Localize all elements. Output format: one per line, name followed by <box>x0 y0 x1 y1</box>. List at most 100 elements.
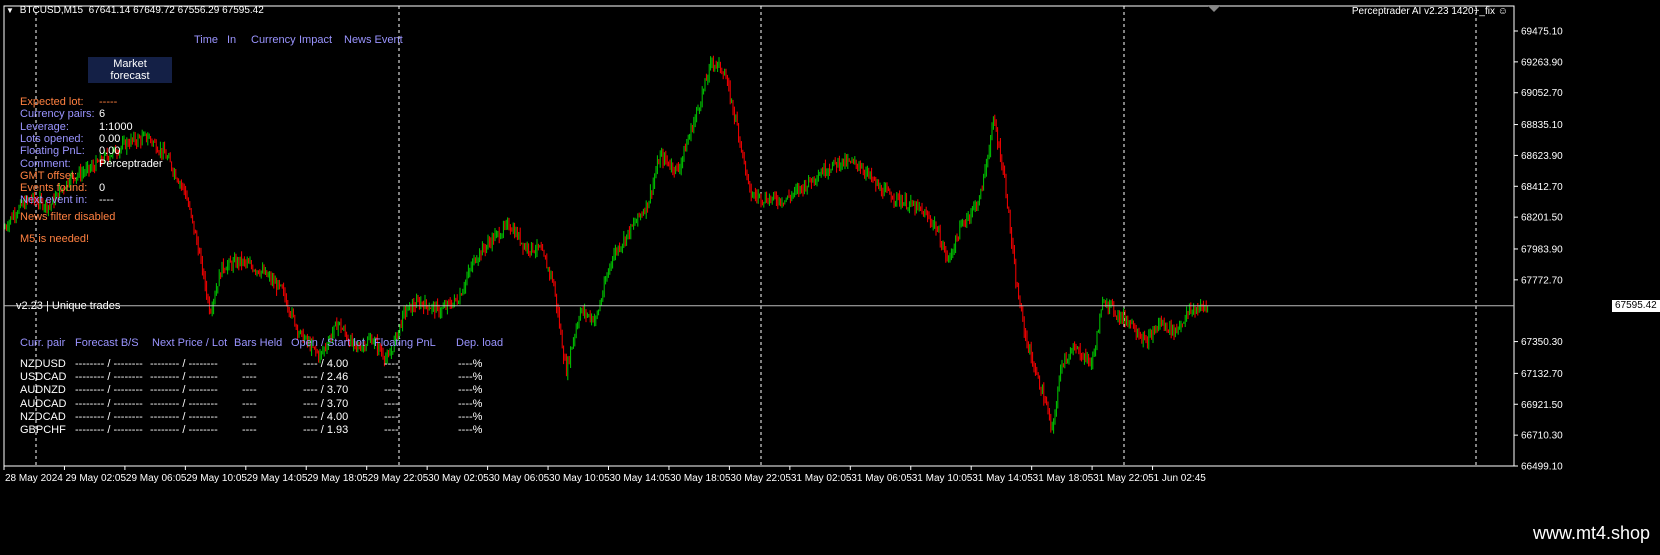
trades-column-header: Forecast B/S <box>75 337 139 349</box>
chart-area[interactable]: 69475.10 69263.90 69052.70 68835.10 68623.90… <box>0 0 1660 552</box>
info-value: 0.00 <box>99 132 121 145</box>
time-tick-label: 31 May 02:05 <box>791 473 852 484</box>
info-value: ---- <box>99 194 114 207</box>
trades-column-header: Next Price / Lot <box>152 337 228 349</box>
price-tick-label: 67983.90 <box>1521 244 1563 255</box>
trades-column-header: Dep. load <box>456 337 504 349</box>
trades-column-header: Curr. pair <box>20 337 66 349</box>
info-value: 0 <box>99 182 106 195</box>
trades-cell-pair: USDCAD <box>20 371 67 384</box>
trades-cell-open: ---- / 1.93 <box>303 424 349 436</box>
trades-cell-forecast: -------- / -------- <box>75 424 143 436</box>
time-tick-label: 29 May 06:05 <box>126 473 187 484</box>
price-chart[interactable]: 69475.10 69263.90 69052.70 68835.10 68623.90… <box>0 0 1660 552</box>
time-tick-label: 29 May 14:05 <box>247 473 308 484</box>
trades-cell-forecast: -------- / -------- <box>75 358 143 370</box>
trades-cell-next: -------- / -------- <box>150 371 218 384</box>
watermark: www.mt4.shop <box>1532 523 1650 543</box>
time-tick-label: 30 May 18:05 <box>670 473 731 484</box>
symbol-name: BTCUSD,M15 <box>19 5 84 16</box>
time-tick-label: 29 May 22:05 <box>368 473 429 484</box>
time-tick-label: 31 May 10:05 <box>912 473 973 484</box>
price-tick-label: 66499.10 <box>1521 462 1563 473</box>
trades-cell-bars: ---- <box>242 384 257 397</box>
time-tick-label: 30 May 02:05 <box>428 473 489 484</box>
trades-cell-pnl: ---- <box>384 410 399 423</box>
trades-cell-forecast: -------- / -------- <box>75 410 143 423</box>
ea-name: Perceptrader AI v2.23 1420+_fix <box>1351 6 1495 17</box>
news-column-header: Currency <box>251 34 296 46</box>
time-tick-label: 30 May 22:05 <box>730 473 791 484</box>
bottom-bar <box>0 521 1660 552</box>
trades-cell-load: ----% <box>458 358 483 370</box>
trades-cell-load: ----% <box>458 424 483 436</box>
time-tick-label: 29 May 10:05 <box>186 473 247 484</box>
info-label: Events found: <box>20 182 88 195</box>
trades-cell-forecast: -------- / -------- <box>75 397 143 410</box>
price-tick-label: 69475.10 <box>1521 27 1563 38</box>
time-tick-label: 29 May 02:05 <box>65 473 126 484</box>
time-tick-label: 30 May 06:05 <box>489 473 550 484</box>
trades-cell-load: ----% <box>458 384 483 397</box>
current-price-tag: 67595.42 <box>1612 299 1660 312</box>
time-tick-label: 31 May 06:05 <box>851 473 912 484</box>
info-label: GMT offset: <box>20 169 78 182</box>
ohlc-values: 67641.14 67649.72 67556.29 67595.42 <box>88 5 264 16</box>
info-label: Leverage: <box>20 120 69 133</box>
news-column-header: Time <box>194 34 219 46</box>
price-tick-label: 67350.30 <box>1521 337 1563 348</box>
trades-cell-pair: NZDCAD <box>20 410 66 423</box>
trades-cell-open: ---- / 4.00 <box>303 358 349 370</box>
info-label: Expected lot: <box>20 96 84 108</box>
time-tick-label: 30 May 14:05 <box>610 473 671 484</box>
m5-warning: M5 is needed! <box>20 233 90 245</box>
trades-cell-next: -------- / -------- <box>150 358 218 370</box>
time-tick-label: 28 May 2024 <box>5 473 63 484</box>
trades-cell-next: -------- / -------- <box>150 384 218 397</box>
info-value: ----- <box>99 96 118 108</box>
version-label: v2.23 | Unique trades <box>16 300 121 312</box>
trades-cell-bars: ---- <box>242 410 257 423</box>
trades-cell-next: -------- / -------- <box>150 397 218 410</box>
trades-cell-open: ---- / 3.70 <box>303 397 349 410</box>
trades-column-header: Open / Start lot <box>291 337 365 349</box>
time-tick-label: 29 May 18:05 <box>307 473 368 484</box>
trades-cell-forecast: -------- / -------- <box>75 371 143 384</box>
trades-cell-pnl: ---- <box>384 424 399 436</box>
trades-column-header: Floating PnL <box>374 337 436 349</box>
price-tick-label: 68835.10 <box>1521 120 1563 131</box>
price-tick-label: 68201.50 <box>1521 213 1563 224</box>
info-label: Next event in: <box>20 194 88 207</box>
trades-cell-pair: NZDUSD <box>20 358 66 370</box>
trades-cell-pnl: ---- <box>384 371 399 384</box>
trades-cell-open: ---- / 2.46 <box>303 371 349 384</box>
trades-cell-bars: ---- <box>242 371 257 384</box>
info-value: Perceptrader <box>99 157 163 170</box>
info-value: 1:1000 <box>99 120 133 133</box>
trades-cell-bars: ---- <box>242 424 257 436</box>
price-tick-label: 66921.50 <box>1521 400 1563 411</box>
trades-cell-load: ----% <box>458 410 483 423</box>
price-tick-label: 68412.70 <box>1521 182 1563 193</box>
trades-cell-pair: GBPCHF <box>20 424 66 436</box>
info-value: 0.00 <box>99 145 121 158</box>
trades-cell-bars: ---- <box>242 358 257 370</box>
trades-cell-next: -------- / -------- <box>150 424 218 436</box>
info-label: Floating PnL: <box>20 145 85 158</box>
info-label: Lots opened: <box>20 132 84 145</box>
time-tick-label: 1 Jun 02:45 <box>1154 473 1207 484</box>
price-tick-label: 69052.70 <box>1521 88 1563 99</box>
collapse-triangle-icon[interactable]: ▼ <box>6 6 14 15</box>
time-tick-label: 31 May 14:05 <box>972 473 1033 484</box>
trades-cell-forecast: -------- / -------- <box>75 384 143 397</box>
plot-frame <box>3 5 1515 467</box>
info-value: 6 <box>99 108 106 121</box>
price-tick-label: 67772.70 <box>1521 275 1563 286</box>
market-forecast-button[interactable]: Market forecast <box>88 57 172 83</box>
news-filter-status: News filter disabled <box>20 211 116 223</box>
news-column-header: In <box>227 34 237 46</box>
symbol-header: ▼ BTCUSD,M15 67641.14 67649.72 67556.29 … <box>6 5 264 16</box>
trades-cell-load: ----% <box>458 397 483 410</box>
news-column-header: Impact <box>299 34 333 46</box>
trades-cell-load: ----% <box>458 371 483 384</box>
